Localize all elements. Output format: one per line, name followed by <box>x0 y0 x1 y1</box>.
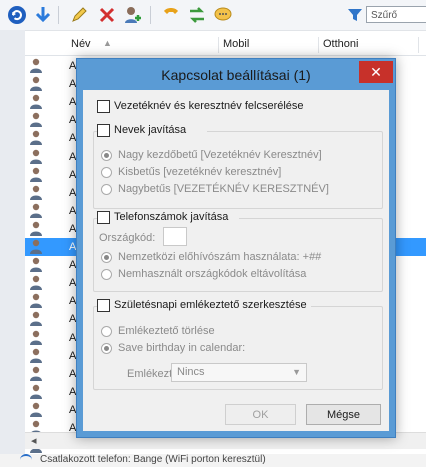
contact-list-header: Név ▲ Mobil Otthoni <box>25 35 426 56</box>
birthday-label: Születésnapi emlékeztető szerkesztése <box>114 299 307 311</box>
toolbar-divider <box>58 6 59 24</box>
sync-icon[interactable] <box>186 4 208 26</box>
column-header-name[interactable]: Név <box>71 38 91 50</box>
column-header-mobile[interactable]: Mobil <box>223 38 249 50</box>
country-code-label: Országkód: <box>99 232 156 244</box>
status-text: Csatlakozott telefon: Bange (WiFi porton… <box>40 454 266 465</box>
name-case-upper-label: Nagybetűs [VEZETÉKNÉV KERESZTNÉV] <box>118 183 329 195</box>
contact-person-icon <box>29 94 43 110</box>
toolbar: Szűrő <box>0 0 426 31</box>
name-case-lower-radio[interactable] <box>101 167 112 178</box>
contact-person-icon <box>29 402 43 418</box>
add-contact-icon[interactable] <box>122 4 144 26</box>
download-icon[interactable] <box>32 4 54 26</box>
contact-settings-dialog: Kapcsolat beállításai (1) ✕ Vezetéknév é… <box>76 58 396 438</box>
chat-icon[interactable] <box>212 4 234 26</box>
contact-person-icon <box>29 185 43 201</box>
status-bar: Csatlakozott telefon: Bange (WiFi porton… <box>0 454 426 467</box>
column-divider <box>218 37 219 53</box>
dialog-body: Vezetéknév és keresztnév felcserélése Ne… <box>83 90 389 431</box>
column-divider <box>318 37 319 53</box>
remove-country-codes-label: Nemhasznált országkódok eltávolítása <box>118 268 307 280</box>
contact-person-icon <box>29 203 43 219</box>
cancel-button[interactable]: Mégse <box>306 404 381 425</box>
delete-reminder-radio[interactable] <box>101 326 112 337</box>
delete-reminder-label: Emlékeztető törlése <box>118 325 215 337</box>
left-nav-strip <box>0 30 25 467</box>
contact-person-icon <box>29 275 43 291</box>
contact-person-icon <box>29 384 43 400</box>
contact-person-icon <box>29 58 43 74</box>
contact-person-icon <box>29 239 43 255</box>
contact-person-icon <box>29 348 43 364</box>
birthday-checkbox[interactable] <box>97 299 110 312</box>
fix-names-checkbox[interactable] <box>97 124 110 137</box>
name-case-capital-label: Nagy kezdőbetű [Vezetéknév Keresztnév] <box>118 149 322 161</box>
name-case-upper-radio[interactable] <box>101 184 112 195</box>
phone-icon[interactable] <box>160 4 182 26</box>
contact-person-icon <box>29 311 43 327</box>
name-case-lower-label: Kisbetűs [vezetéknév keresztnév] <box>118 166 282 178</box>
contact-person-icon <box>29 221 43 237</box>
contact-person-icon <box>29 257 43 273</box>
remove-country-codes-radio[interactable] <box>101 269 112 280</box>
filter-input[interactable]: Szűrő <box>366 6 426 23</box>
country-code-input[interactable] <box>163 227 187 246</box>
save-birthday-label: Save birthday in calendar: <box>118 342 246 354</box>
column-divider <box>418 37 419 53</box>
contact-person-icon <box>29 293 43 309</box>
column-header-home[interactable]: Otthoni <box>323 38 358 50</box>
wifi-icon <box>20 454 32 466</box>
name-case-capital-radio[interactable] <box>101 150 112 161</box>
contact-person-icon <box>29 76 43 92</box>
scroll-left-icon[interactable]: ◂ <box>31 434 37 447</box>
sort-ascending-icon: ▲ <box>103 38 112 48</box>
contact-person-icon <box>29 366 43 382</box>
delete-icon[interactable] <box>96 4 118 26</box>
filter-icon[interactable] <box>344 4 366 26</box>
intl-prefix-radio[interactable] <box>101 252 112 263</box>
intl-prefix-label: Nemzetközi előhívószám használata: +## <box>118 251 322 263</box>
edit-icon[interactable] <box>68 4 90 26</box>
save-birthday-radio[interactable] <box>101 343 112 354</box>
fix-phones-label: Telefonszámok javítása <box>114 211 229 223</box>
swap-names-label: Vezetéknév és keresztnév felcserélése <box>114 100 304 112</box>
contact-person-icon <box>29 130 43 146</box>
dialog-title: Kapcsolat beállításai (1) <box>161 67 311 83</box>
chevron-down-icon: ▼ <box>292 367 301 377</box>
ok-button[interactable]: OK <box>225 404 296 425</box>
fix-names-label: Nevek javítása <box>114 124 187 136</box>
swap-names-checkbox[interactable] <box>97 100 110 113</box>
contact-person-icon <box>29 167 43 183</box>
reminder-select-value: Nincs <box>177 366 205 378</box>
refresh-icon[interactable] <box>6 4 28 26</box>
reminder-select[interactable]: Nincs ▼ <box>171 363 307 382</box>
close-button[interactable]: ✕ <box>359 61 393 83</box>
fix-phones-checkbox[interactable] <box>97 211 110 224</box>
contact-person-icon <box>29 112 43 128</box>
contact-person-icon <box>29 149 43 165</box>
toolbar-divider <box>150 6 151 24</box>
contact-person-icon <box>29 330 43 346</box>
